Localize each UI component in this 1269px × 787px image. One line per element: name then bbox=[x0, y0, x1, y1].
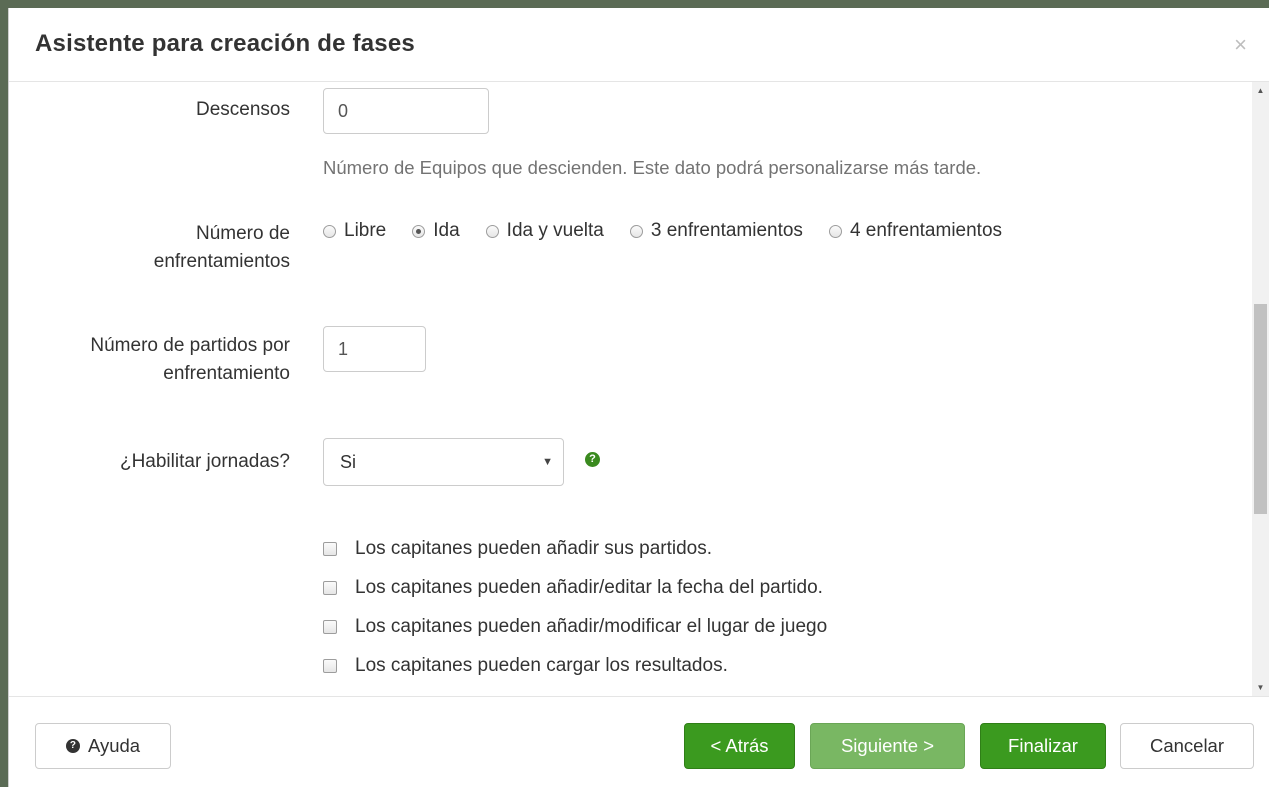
radio-button[interactable] bbox=[323, 224, 336, 238]
dropdown-arrow-icon: ▼ bbox=[542, 456, 553, 468]
radio-label: Libre bbox=[344, 220, 387, 241]
radio-3-enfrentamientos[interactable]: 3 enfrentamientos bbox=[629, 220, 803, 242]
scroll-up-arrow-icon[interactable]: ▲ bbox=[1252, 82, 1269, 99]
dialog-footer: ? Ayuda < Atrás Siguiente > Finalizar Ca… bbox=[9, 696, 1269, 787]
back-button[interactable]: < Atrás bbox=[684, 723, 795, 769]
help-button[interactable]: ? Ayuda bbox=[35, 723, 171, 769]
captain-permissions-list: Los capitanes pueden añadir sus partidos… bbox=[323, 529, 827, 685]
partidos-label-line2: enfrentamiento bbox=[163, 363, 290, 384]
enfrentamientos-radio-group: Libre Ida Ida y vuelta 3 enfrentamientos… bbox=[323, 220, 1028, 242]
scrollbar-thumb[interactable] bbox=[1254, 304, 1267, 514]
descensos-input[interactable] bbox=[323, 88, 489, 134]
radio-label: 3 enfrentamientos bbox=[650, 220, 803, 241]
radio-label: Ida y vuelta bbox=[506, 220, 604, 241]
dialog-title: Asistente para creación de fases bbox=[35, 30, 415, 57]
jornadas-select[interactable]: Si ▼ bbox=[323, 438, 564, 486]
partidos-label-line1: Número de partidos por bbox=[90, 335, 290, 356]
checkbox-item[interactable]: Los capitanes pueden añadir/editar la fe… bbox=[323, 568, 827, 607]
radio-label: 4 enfrentamientos bbox=[849, 220, 1003, 241]
scroll-down-arrow-icon[interactable]: ▼ bbox=[1252, 679, 1269, 696]
radio-button-checked[interactable] bbox=[412, 224, 426, 238]
checkbox-label: Los capitanes pueden cargar los resultad… bbox=[355, 654, 728, 676]
radio-button[interactable] bbox=[828, 224, 842, 238]
radio-4-enfrentamientos[interactable]: 4 enfrentamientos bbox=[828, 220, 1003, 242]
checkbox-label: Los capitanes pueden añadir/modificar el… bbox=[355, 615, 828, 637]
dialog-body: Descensos Número de Equipos que desciend… bbox=[9, 82, 1252, 696]
enfrentamientos-label-line1: Número de bbox=[196, 223, 290, 244]
checkbox[interactable] bbox=[323, 619, 337, 634]
radio-button[interactable] bbox=[629, 224, 643, 238]
checkbox[interactable] bbox=[323, 580, 337, 595]
body-scrollbar[interactable]: ▲ ▼ bbox=[1252, 82, 1269, 696]
question-circle-icon: ? bbox=[65, 739, 80, 753]
descensos-help-text: Número de Equipos que descienden. Este d… bbox=[323, 157, 982, 178]
radio-libre[interactable]: Libre bbox=[323, 220, 386, 242]
radio-ida[interactable]: Ida bbox=[412, 220, 460, 242]
radio-label: Ida bbox=[433, 220, 460, 241]
enfrentamientos-label: Número de enfrentamientos bbox=[154, 220, 290, 276]
checkbox[interactable] bbox=[323, 658, 337, 673]
descensos-label: Descensos bbox=[196, 99, 290, 120]
jornadas-selected-value: Si bbox=[340, 452, 357, 472]
close-icon[interactable]: × bbox=[1234, 32, 1247, 58]
next-button[interactable]: Siguiente > bbox=[810, 723, 965, 769]
jornadas-label: ¿Habilitar jornadas? bbox=[119, 451, 290, 472]
checkbox-item[interactable]: Los capitanes pueden añadir sus partidos… bbox=[323, 529, 827, 568]
dialog-header: Asistente para creación de fases × bbox=[9, 8, 1269, 82]
enfrentamientos-label-line2: enfrentamientos bbox=[153, 251, 290, 272]
checkbox-label: Los capitanes pueden añadir sus partidos… bbox=[355, 537, 713, 559]
radio-ida-y-vuelta[interactable]: Ida y vuelta bbox=[485, 220, 604, 242]
finish-button[interactable]: Finalizar bbox=[980, 723, 1106, 769]
radio-button[interactable] bbox=[485, 224, 499, 238]
phase-wizard-dialog: Asistente para creación de fases × Desce… bbox=[8, 8, 1269, 787]
question-circle-icon[interactable]: ? bbox=[585, 452, 600, 467]
checkbox-item[interactable]: Los capitanes pueden añadir/modificar el… bbox=[323, 607, 827, 646]
partidos-input[interactable] bbox=[323, 326, 426, 372]
checkbox-label: Los capitanes pueden añadir/editar la fe… bbox=[355, 576, 823, 598]
checkbox[interactable] bbox=[323, 541, 337, 556]
partidos-label: Número de partidos por enfrentamiento bbox=[90, 332, 290, 388]
help-button-label: Ayuda bbox=[87, 735, 141, 756]
cancel-button[interactable]: Cancelar bbox=[1120, 723, 1254, 769]
checkbox-item[interactable]: Los capitanes pueden cargar los resultad… bbox=[323, 646, 827, 685]
